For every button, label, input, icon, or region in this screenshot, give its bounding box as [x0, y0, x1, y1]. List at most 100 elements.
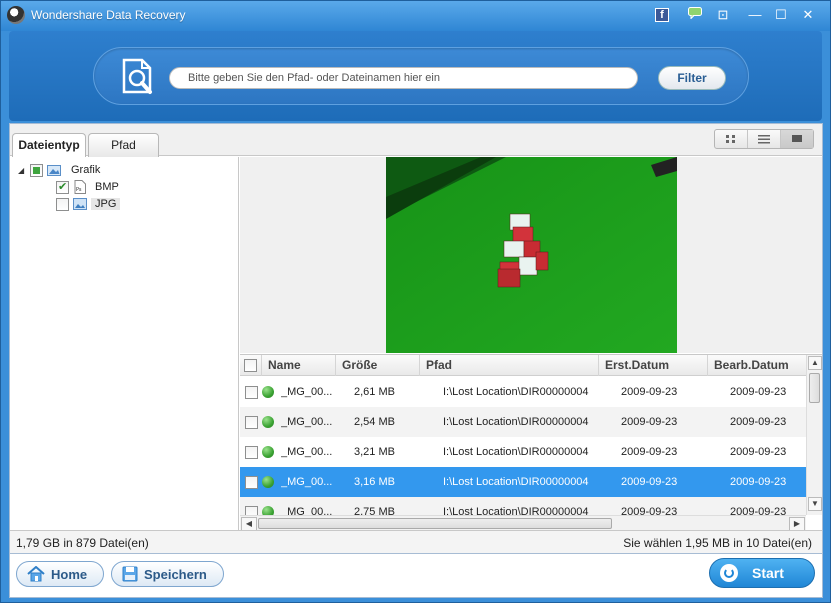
tree-node-graphics[interactable]: ◢ Grafik — [18, 162, 100, 178]
home-button[interactable]: Home — [16, 561, 104, 587]
file-table: Name Größe Pfad Erst.Datum Bearb.Datum _… — [240, 354, 822, 530]
filter-button[interactable]: Filter — [658, 66, 726, 90]
list-view-button[interactable] — [748, 130, 781, 148]
column-created[interactable]: Erst.Datum — [599, 355, 708, 376]
file-search-icon — [120, 58, 156, 96]
file-name: _MG_00... — [281, 446, 333, 458]
file-name: _MG_00... — [281, 386, 333, 398]
search-header: Filter — [9, 31, 822, 121]
preview-pane — [240, 157, 822, 353]
jpg-file-icon — [73, 198, 87, 210]
start-button[interactable]: Start — [709, 558, 815, 588]
tree-node-jpg[interactable]: JPG — [56, 196, 121, 212]
app-window: Wondershare Data Recovery f ⊡ — ☐ ✕ Filt… — [0, 0, 831, 603]
file-size: 2,54 MB — [354, 416, 395, 428]
register-icon[interactable]: ⊡ — [713, 6, 733, 24]
collapse-arrow-icon[interactable]: ◢ — [18, 166, 26, 175]
tree-label-graphics: Grafik — [71, 164, 101, 176]
file-size: 2,61 MB — [354, 386, 395, 398]
vertical-scrollbar[interactable]: ▲ ▼ — [806, 355, 822, 515]
row-checkbox[interactable] — [245, 446, 258, 459]
file-name: _MG_00... — [281, 476, 333, 488]
file-created: 2009-09-23 — [621, 416, 678, 428]
file-name: _MG_00... — [281, 416, 333, 428]
file-modified: 2009-09-23 — [730, 416, 787, 428]
recoverable-status-icon — [262, 416, 274, 428]
file-created: 2009-09-23 — [621, 446, 678, 458]
table-row[interactable]: _MG_00... 3,21 MB I:\Lost Location\DIR00… — [240, 437, 806, 467]
tree-checkbox-graphics[interactable] — [30, 163, 43, 177]
tab-file-type[interactable]: Dateientyp — [12, 133, 86, 158]
close-button[interactable]: ✕ — [798, 6, 818, 24]
table-header: Name Größe Pfad Erst.Datum Bearb.Datum — [240, 355, 806, 376]
home-icon — [27, 566, 45, 582]
recover-icon — [720, 564, 738, 582]
scroll-left-button[interactable]: ◀ — [241, 517, 257, 530]
file-path: I:\Lost Location\DIR00000004 — [443, 476, 589, 488]
title-bar: Wondershare Data Recovery f ⊡ — ☐ ✕ — [1, 1, 830, 31]
table-row[interactable]: _MG_00... 2,61 MB I:\Lost Location\DIR00… — [240, 377, 806, 407]
row-checkbox[interactable] — [245, 416, 258, 429]
grid-icon — [726, 135, 735, 143]
file-created: 2009-09-23 — [621, 476, 678, 488]
recoverable-status-icon — [262, 386, 274, 398]
recoverable-status-icon — [262, 446, 274, 458]
horizontal-scrollbar[interactable]: ◀ ▶ — [240, 515, 806, 530]
tab-strip: Dateientyp Pfad — [10, 124, 822, 158]
row-checkbox[interactable] — [245, 476, 258, 489]
file-type-tree: ◢ Grafik Ps BMP JPG — [10, 157, 239, 530]
total-files-status: 1,79 GB in 879 Datei(en) — [16, 536, 149, 550]
table-row-selected[interactable]: _MG_00... 3,16 MB I:\Lost Location\DIR00… — [240, 467, 806, 497]
file-path: I:\Lost Location\DIR00000004 — [443, 386, 589, 398]
preview-image — [386, 157, 677, 353]
window-title: Wondershare Data Recovery — [31, 8, 186, 22]
save-label: Speichern — [144, 566, 207, 582]
scroll-down-button[interactable]: ▼ — [808, 497, 822, 511]
file-modified: 2009-09-23 — [730, 476, 787, 488]
minimize-button[interactable]: — — [745, 6, 765, 24]
file-size: 3,21 MB — [354, 446, 395, 458]
column-path[interactable]: Pfad — [420, 355, 599, 376]
scroll-up-button[interactable]: ▲ — [808, 356, 822, 370]
scroll-right-button[interactable]: ▶ — [789, 517, 805, 530]
selected-files-status: Sie wählen 1,95 MB in 10 Datei(en) — [623, 536, 812, 550]
view-mode-toggle — [714, 129, 814, 149]
start-label: Start — [752, 565, 784, 581]
home-label: Home — [51, 566, 88, 582]
tree-node-bmp[interactable]: Ps BMP — [56, 179, 119, 195]
save-button[interactable]: Speichern — [111, 561, 224, 587]
bottom-bar: Home Speichern Start — [9, 554, 823, 598]
tree-label-bmp: BMP — [95, 181, 119, 193]
svg-text:Ps: Ps — [76, 187, 82, 193]
bmp-file-icon: Ps — [74, 180, 86, 194]
list-icon — [758, 135, 770, 144]
chat-icon[interactable] — [685, 6, 705, 24]
file-created: 2009-09-23 — [621, 386, 678, 398]
app-logo-icon — [7, 6, 25, 24]
select-all-cell — [240, 355, 262, 376]
image-folder-icon — [47, 165, 61, 176]
tree-checkbox-jpg[interactable] — [56, 197, 69, 211]
row-checkbox[interactable] — [245, 386, 258, 399]
select-all-checkbox[interactable] — [244, 359, 257, 372]
file-modified: 2009-09-23 — [730, 446, 787, 458]
search-bar: Filter — [93, 47, 749, 105]
vertical-scroll-thumb[interactable] — [809, 373, 820, 403]
file-size: 3,16 MB — [354, 476, 395, 488]
file-modified: 2009-09-23 — [730, 386, 787, 398]
horizontal-scroll-thumb[interactable] — [258, 518, 612, 529]
column-modified[interactable]: Bearb.Datum — [708, 355, 806, 376]
tree-label-jpg: JPG — [91, 198, 121, 210]
facebook-icon[interactable]: f — [655, 8, 669, 22]
table-row[interactable]: _MG_00... 2,54 MB I:\Lost Location\DIR00… — [240, 407, 806, 437]
column-name[interactable]: Name — [262, 355, 336, 376]
preview-icon — [792, 135, 802, 142]
thumbnail-view-button[interactable] — [715, 130, 748, 148]
maximize-button[interactable]: ☐ — [771, 6, 791, 24]
column-size[interactable]: Größe — [336, 355, 420, 376]
tree-checkbox-bmp[interactable] — [56, 180, 69, 194]
preview-view-button[interactable] — [781, 130, 813, 148]
tab-path[interactable]: Pfad — [88, 133, 159, 157]
search-input[interactable] — [169, 67, 638, 89]
file-path: I:\Lost Location\DIR00000004 — [443, 446, 589, 458]
